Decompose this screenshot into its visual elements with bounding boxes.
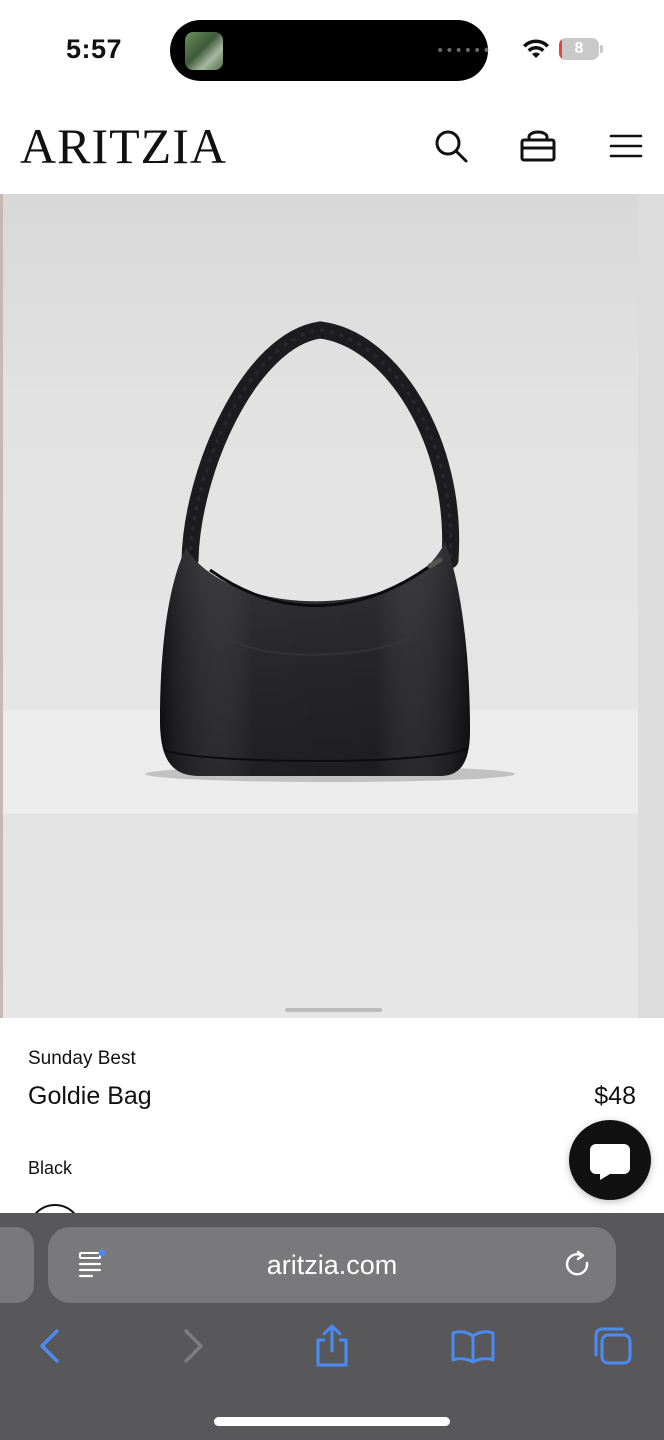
status-time: 5:57 <box>66 34 123 64</box>
product-price: $48 <box>594 1082 636 1110</box>
browser-toolbar: aritzia.com <box>0 1213 664 1440</box>
forward-icon <box>184 1329 203 1363</box>
search-button[interactable] <box>431 126 471 166</box>
home-indicator[interactable] <box>214 1417 450 1426</box>
image-ledge-front <box>2 814 638 1018</box>
back-icon <box>40 1329 59 1363</box>
product-image[interactable] <box>0 194 664 1018</box>
aritzia-logo[interactable]: ARITZIA <box>20 118 227 174</box>
forward-button[interactable] <box>168 1321 218 1371</box>
product-info: Sunday Best Goldie Bag $48 Black <box>0 1018 664 1258</box>
bag-illustration <box>145 321 515 782</box>
menu-button[interactable] <box>606 126 646 166</box>
chat-button[interactable] <box>569 1120 651 1200</box>
bookmarks-icon <box>451 1330 495 1364</box>
reload-icon[interactable] <box>563 1250 593 1280</box>
battery-level: 8 <box>574 40 584 57</box>
bookmarks-button[interactable] <box>448 1321 498 1371</box>
chat-bubble-icon <box>590 1144 630 1180</box>
tabs-icon <box>594 1327 632 1365</box>
product-brand[interactable]: Sunday Best <box>28 1048 136 1070</box>
wifi-icon <box>523 39 549 58</box>
image-edge-left <box>0 194 3 1018</box>
carousel-dot-active <box>285 1008 382 1012</box>
image-edge-right <box>638 194 664 1018</box>
selected-color-label: Black <box>28 1158 73 1178</box>
share-icon <box>316 1324 348 1367</box>
island-indicator: •••••• <box>436 43 492 59</box>
menu-icon <box>609 134 643 158</box>
address-bar[interactable]: aritzia.com <box>48 1227 616 1303</box>
carousel-indicator <box>0 1008 664 1012</box>
previous-tab-peek[interactable] <box>0 1227 34 1303</box>
url-text: aritzia.com <box>266 1250 398 1280</box>
shopping-bag-button[interactable] <box>518 126 558 166</box>
dynamic-island[interactable]: •••••• <box>170 20 492 81</box>
site-header: ARITZIA <box>0 96 664 194</box>
battery-icon: 8 <box>559 38 603 60</box>
tabs-button[interactable] <box>588 1321 638 1371</box>
back-button[interactable] <box>25 1321 75 1371</box>
now-playing-thumbnail <box>185 32 223 70</box>
bag-icon <box>520 130 556 162</box>
status-bar: 5:57 •••••• 8 <box>0 0 664 96</box>
product-name: Goldie Bag <box>28 1082 152 1110</box>
share-button[interactable] <box>307 1321 357 1371</box>
search-icon <box>435 130 468 163</box>
